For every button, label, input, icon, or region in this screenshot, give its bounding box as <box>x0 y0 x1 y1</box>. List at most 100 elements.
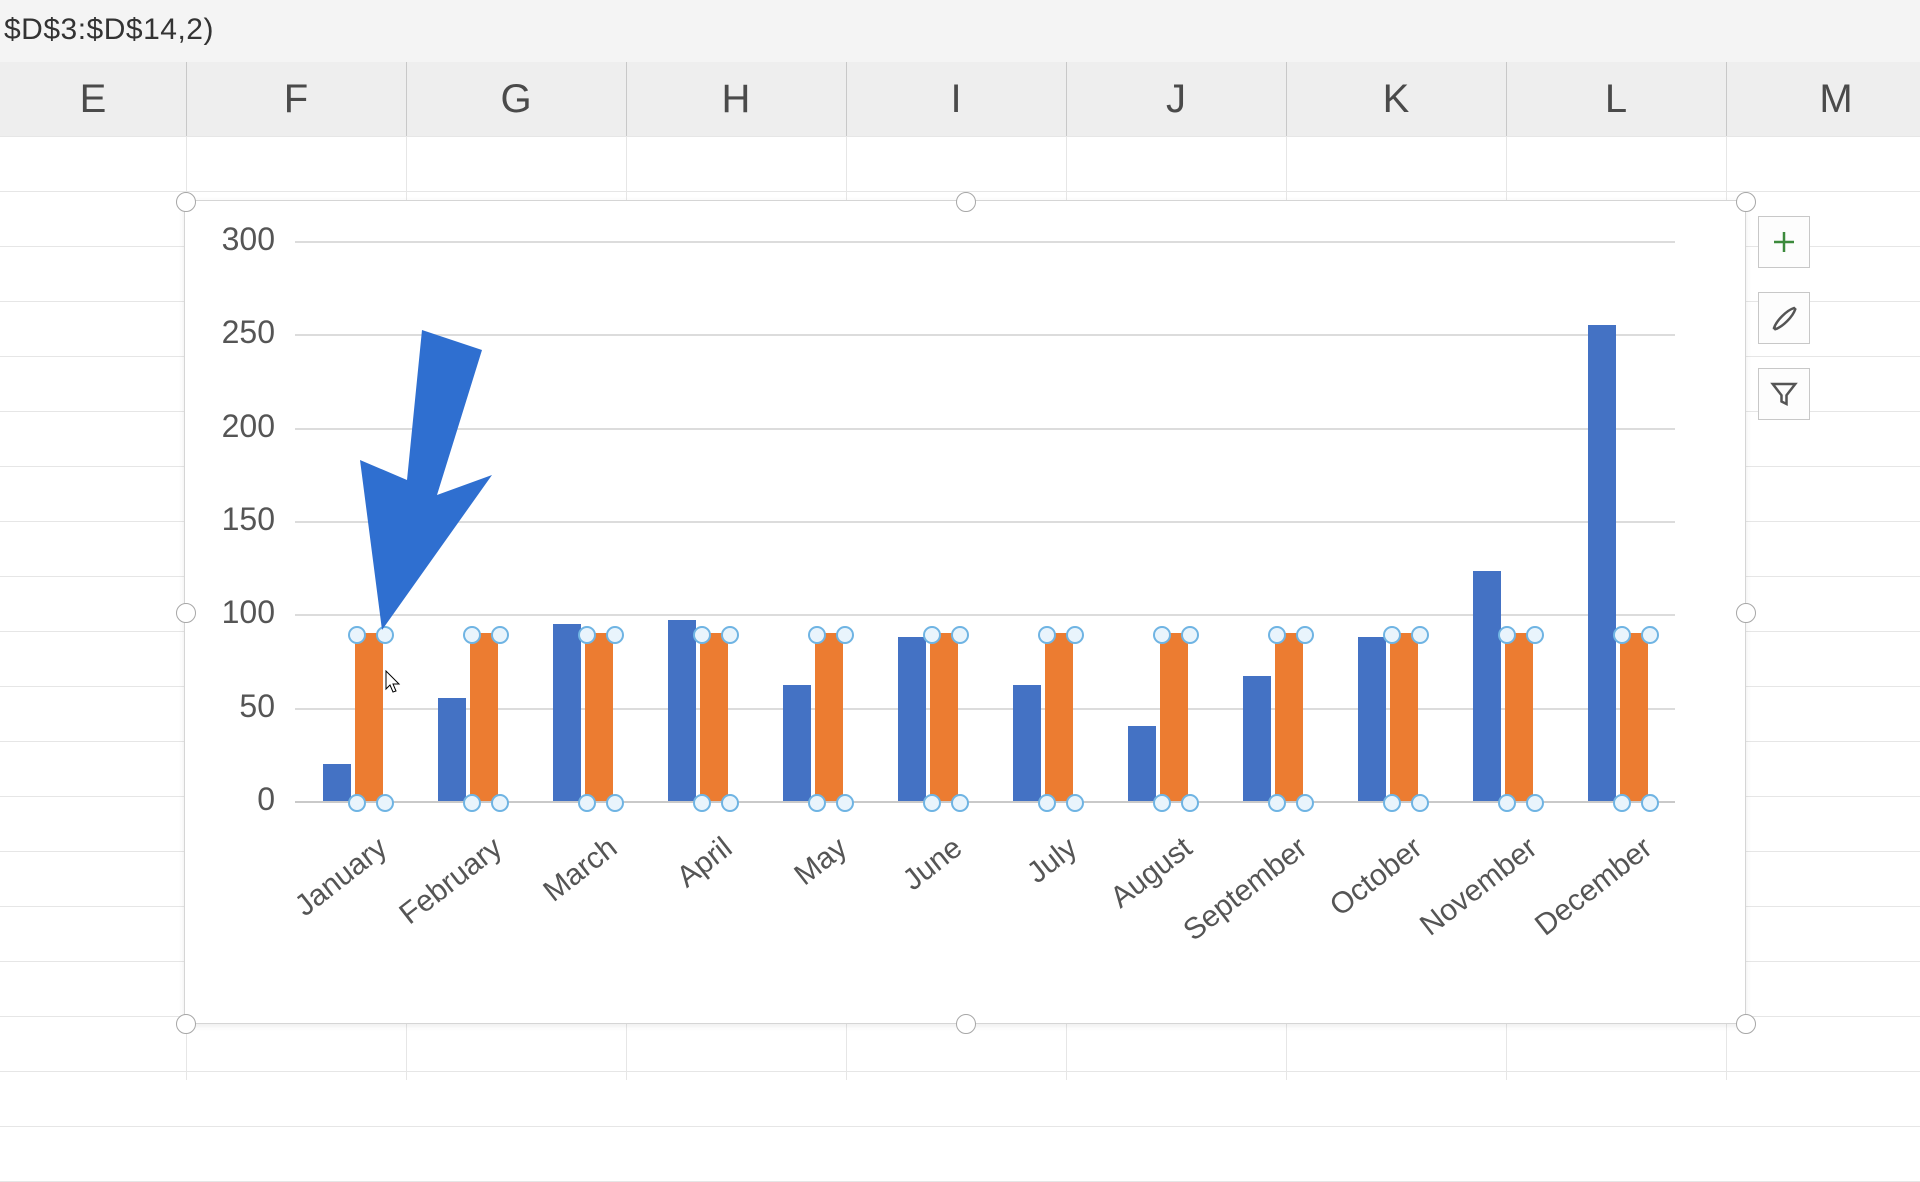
formula-bar[interactable]: $D$3:$D$14,2) <box>0 0 1920 63</box>
bar-series2[interactable] <box>700 633 728 801</box>
bar-series1[interactable] <box>553 624 581 801</box>
data-point-handle[interactable] <box>1526 794 1544 812</box>
data-point-handle[interactable] <box>721 626 739 644</box>
data-point-handle[interactable] <box>1153 794 1171 812</box>
data-point-handle[interactable] <box>1066 794 1084 812</box>
bar-series1[interactable] <box>668 620 696 801</box>
selection-handle[interactable] <box>176 1014 196 1034</box>
data-point-handle[interactable] <box>606 794 624 812</box>
data-point-handle[interactable] <box>348 626 366 644</box>
data-point-handle[interactable] <box>923 794 941 812</box>
data-point-handle[interactable] <box>1181 794 1199 812</box>
data-point-handle[interactable] <box>578 794 596 812</box>
chart-gridline <box>295 614 1675 616</box>
data-point-handle[interactable] <box>836 626 854 644</box>
bar-series1[interactable] <box>323 764 351 801</box>
data-point-handle[interactable] <box>1498 794 1516 812</box>
data-point-handle[interactable] <box>1641 794 1659 812</box>
bar-series2[interactable] <box>1620 633 1648 801</box>
bar-series2[interactable] <box>930 633 958 801</box>
bar-series2[interactable] <box>1390 633 1418 801</box>
column-header-L[interactable]: L <box>1506 62 1727 136</box>
gridline-horizontal <box>0 191 1920 192</box>
bar-series2[interactable] <box>355 633 383 801</box>
column-header-G[interactable]: G <box>406 62 627 136</box>
data-point-handle[interactable] <box>1613 794 1631 812</box>
data-point-handle[interactable] <box>491 626 509 644</box>
chart-styles-button[interactable] <box>1758 292 1810 344</box>
bar-series2[interactable] <box>1045 633 1073 801</box>
column-header-I[interactable]: I <box>846 62 1067 136</box>
data-point-handle[interactable] <box>1498 626 1516 644</box>
data-point-handle[interactable] <box>1038 626 1056 644</box>
column-header-M[interactable]: M <box>1726 62 1920 136</box>
data-point-handle[interactable] <box>1038 794 1056 812</box>
bar-series2[interactable] <box>1505 633 1533 801</box>
selection-handle[interactable] <box>956 192 976 212</box>
bar-series1[interactable] <box>1013 685 1041 801</box>
bar-series2[interactable] <box>470 633 498 801</box>
funnel-icon <box>1769 379 1799 409</box>
selection-handle[interactable] <box>956 1014 976 1034</box>
data-point-handle[interactable] <box>1296 794 1314 812</box>
bar-series1[interactable] <box>1128 726 1156 801</box>
data-point-handle[interactable] <box>491 794 509 812</box>
bar-series1[interactable] <box>1358 637 1386 801</box>
plot-area[interactable]: 050100150200250300JanuaryFebruaryMarchAp… <box>295 241 1675 801</box>
bar-series1[interactable] <box>1473 571 1501 801</box>
data-point-handle[interactable] <box>463 626 481 644</box>
bar-series2[interactable] <box>815 633 843 801</box>
data-point-handle[interactable] <box>1268 794 1286 812</box>
data-point-handle[interactable] <box>836 794 854 812</box>
data-point-handle[interactable] <box>463 794 481 812</box>
bar-series1[interactable] <box>1243 676 1271 801</box>
data-point-handle[interactable] <box>606 626 624 644</box>
chart-elements-button[interactable] <box>1758 216 1810 268</box>
data-point-handle[interactable] <box>1181 626 1199 644</box>
data-point-handle[interactable] <box>1296 626 1314 644</box>
data-point-handle[interactable] <box>693 626 711 644</box>
selection-handle[interactable] <box>176 192 196 212</box>
column-header-F[interactable]: F <box>186 62 407 136</box>
bar-series1[interactable] <box>898 637 926 801</box>
data-point-handle[interactable] <box>951 626 969 644</box>
data-point-handle[interactable] <box>693 794 711 812</box>
data-point-handle[interactable] <box>923 626 941 644</box>
data-point-handle[interactable] <box>1268 626 1286 644</box>
data-point-handle[interactable] <box>1641 626 1659 644</box>
embedded-chart[interactable]: 050100150200250300JanuaryFebruaryMarchAp… <box>184 200 1746 1024</box>
column-header-K[interactable]: K <box>1286 62 1507 136</box>
bar-series2[interactable] <box>1160 633 1188 801</box>
chart-filters-button[interactable] <box>1758 368 1810 420</box>
column-header-H[interactable]: H <box>626 62 847 136</box>
selection-handle[interactable] <box>1736 192 1756 212</box>
column-header-J[interactable]: J <box>1066 62 1287 136</box>
plus-icon <box>1769 227 1799 257</box>
data-point-handle[interactable] <box>1383 626 1401 644</box>
data-point-handle[interactable] <box>578 626 596 644</box>
data-point-handle[interactable] <box>1613 626 1631 644</box>
bar-series2[interactable] <box>585 633 613 801</box>
data-point-handle[interactable] <box>376 626 394 644</box>
bar-series1[interactable] <box>1588 325 1616 801</box>
data-point-handle[interactable] <box>1383 794 1401 812</box>
data-point-handle[interactable] <box>1066 626 1084 644</box>
selection-handle[interactable] <box>1736 603 1756 623</box>
data-point-handle[interactable] <box>1153 626 1171 644</box>
data-point-handle[interactable] <box>808 626 826 644</box>
data-point-handle[interactable] <box>348 794 366 812</box>
data-point-handle[interactable] <box>1411 794 1429 812</box>
column-header-E[interactable]: E <box>0 62 187 136</box>
bar-series2[interactable] <box>1275 633 1303 801</box>
data-point-handle[interactable] <box>808 794 826 812</box>
data-point-handle[interactable] <box>951 794 969 812</box>
y-axis-tick-label: 250 <box>155 314 275 351</box>
selection-handle[interactable] <box>176 603 196 623</box>
bar-series1[interactable] <box>783 685 811 801</box>
data-point-handle[interactable] <box>1526 626 1544 644</box>
data-point-handle[interactable] <box>376 794 394 812</box>
data-point-handle[interactable] <box>721 794 739 812</box>
selection-handle[interactable] <box>1736 1014 1756 1034</box>
bar-series1[interactable] <box>438 698 466 801</box>
data-point-handle[interactable] <box>1411 626 1429 644</box>
